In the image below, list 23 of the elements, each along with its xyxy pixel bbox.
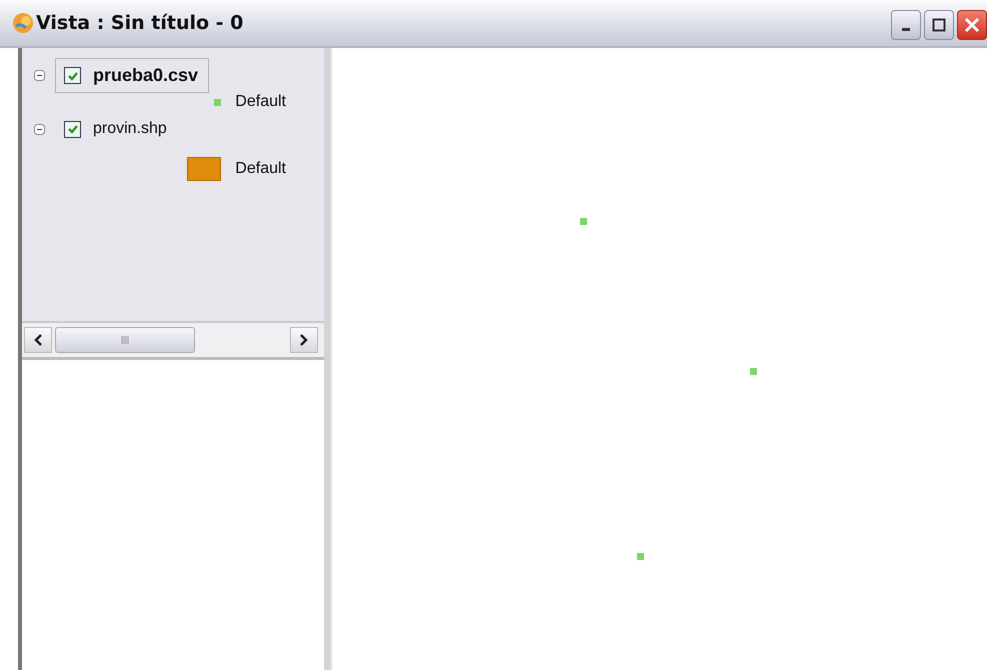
layer-item[interactable]: provin.shp	[55, 113, 178, 145]
map-point	[750, 368, 757, 375]
layer-item[interactable]: prueba0.csv	[55, 58, 210, 93]
legend-label: Default	[235, 160, 286, 178]
minimize-button[interactable]	[891, 10, 921, 40]
map-point	[580, 218, 587, 225]
map-point	[637, 553, 644, 560]
checkmark-icon	[66, 70, 78, 82]
checkmark-icon	[66, 123, 78, 135]
minimize-icon	[902, 28, 910, 30]
collapse-icon[interactable]	[34, 124, 45, 134]
close-button[interactable]	[957, 10, 987, 40]
maximize-icon	[932, 18, 946, 32]
legend-label: Default	[235, 93, 286, 111]
maximize-button[interactable]	[924, 10, 954, 40]
checkbox[interactable]	[64, 67, 81, 84]
window-title: Vista : Sin título - 0	[36, 12, 244, 34]
checkbox[interactable]	[64, 120, 81, 138]
globe-icon	[12, 12, 34, 34]
horizontal-scrollbar[interactable]	[22, 323, 324, 360]
collapse-icon[interactable]	[34, 70, 45, 81]
scrollbar-thumb[interactable]	[55, 327, 195, 353]
close-icon	[964, 17, 980, 33]
